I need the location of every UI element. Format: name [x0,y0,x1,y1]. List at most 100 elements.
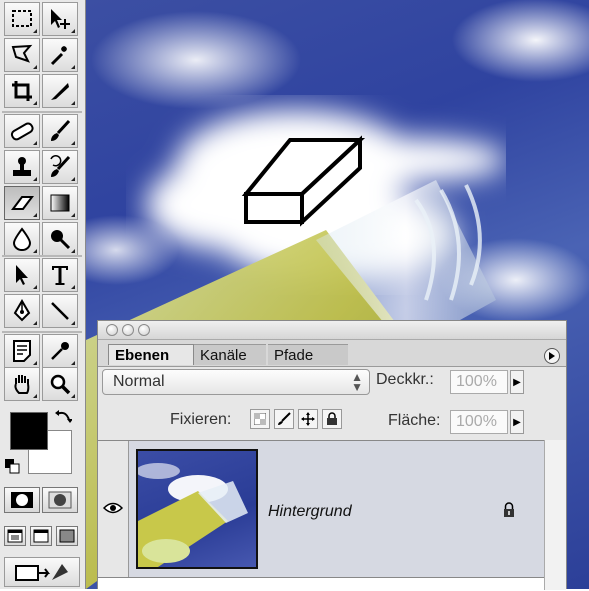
notes-tool[interactable] [4,334,40,368]
layer-list: Hintergrund [98,440,544,591]
eraser-cursor-icon [241,135,366,227]
layer-row[interactable]: Hintergrund [98,441,544,578]
eyedropper-tool[interactable] [42,334,78,368]
path-selection-tool[interactable] [4,258,40,292]
imageready-icon [15,564,68,581]
opacity-slider-button[interactable]: ▶ [510,370,524,394]
slice-knife-icon [51,83,69,100]
fill-slider-button[interactable]: ▶ [510,410,524,434]
layer-thumbnail [136,449,258,569]
blur-tool[interactable] [4,222,40,256]
history-brush-icon [50,155,71,177]
zoom-tool[interactable] [42,367,78,401]
magic-wand-tool[interactable] [42,38,78,72]
standard-mode-button[interactable] [4,487,40,513]
magic-wand-icon [50,46,67,66]
tab-ebenen[interactable]: Ebenen [108,344,194,365]
triangle-right-icon: ▶ [513,416,521,428]
healing-brush-tool[interactable] [4,114,40,148]
stamp-icon [13,157,31,176]
hand-icon [14,375,30,394]
toolbox-divider [2,331,82,333]
gradient-icon [50,194,70,212]
screen-mode-standard-button[interactable] [4,526,26,546]
brush-icon [51,119,71,141]
triangle-right-icon: ▶ [513,376,521,388]
toolbox-divider [2,255,82,257]
screen-mode-full-button[interactable] [56,526,78,546]
brush-tool[interactable] [42,114,78,148]
gradient-tool[interactable] [42,186,78,220]
lock-all-button[interactable] [322,409,342,429]
line-tool[interactable] [42,294,78,328]
clone-stamp-tool[interactable] [4,150,40,184]
history-brush-tool[interactable] [42,150,78,184]
zoom-button[interactable] [138,324,150,336]
bandage-icon [10,122,34,141]
move-icon [51,9,70,29]
select-arrows-icon: ▲ ▼ [351,370,363,394]
crop-tool[interactable] [4,74,40,108]
swap-colors-icon[interactable] [54,408,72,426]
type-icon [52,266,68,285]
quick-mask-mode-button[interactable] [42,487,78,513]
palette-tabs: Ebenen Kanäle Pfade [98,340,566,367]
minimize-button[interactable] [122,324,134,336]
opacity-field[interactable]: 100% [450,370,508,394]
lock-pixels-button[interactable] [274,409,294,429]
lasso-tool[interactable] [4,38,40,72]
tab-kanaele[interactable]: Kanäle [194,344,266,365]
window-menubar-icon [33,529,49,543]
lock-position-button[interactable] [298,409,318,429]
default-colors-icon[interactable] [4,458,20,474]
layer-list-scrollbar[interactable] [544,440,566,590]
layer-name[interactable]: Hintergrund [268,503,352,521]
lock-transparency-button[interactable] [250,409,270,429]
arrow-icon [16,265,28,285]
toolbox-divider [2,111,82,113]
fill-label: Fläche: [388,412,441,429]
hand-tool[interactable] [4,367,40,401]
crop-icon [12,81,32,101]
quick-mask-icon [48,491,72,509]
drop-icon [12,227,32,251]
lock-label: Fixieren: [170,411,232,428]
palette-titlebar[interactable] [98,321,566,340]
pen-tool[interactable] [4,294,40,328]
blend-mode-select[interactable]: Normal ▲ ▼ [102,369,370,395]
move-tool[interactable] [42,2,78,36]
thumbnail-image [138,463,248,567]
eyedropper-icon [51,342,69,360]
eye-icon [103,502,123,514]
jump-to-imageready-button[interactable] [4,557,80,587]
toolbox [0,0,86,589]
close-button[interactable] [106,324,118,336]
visibility-toggle[interactable] [98,441,129,577]
tab-pfade[interactable]: Pfade [268,344,348,365]
blend-mode-value: Normal [113,373,165,390]
slice-tool[interactable] [42,74,78,108]
screen-mode-menubar-button[interactable] [30,526,52,546]
layers-palette: Ebenen Kanäle Pfade Normal ▲ ▼ Deckkr.: 1… [97,320,567,591]
fullscreen-icon [59,529,75,543]
standard-mode-icon [11,492,33,508]
fill-field[interactable]: 100% [450,410,508,434]
lasso-icon [11,44,33,63]
magnifier-icon [50,374,71,395]
window-icon [7,529,23,543]
checkerboard-icon [254,413,266,425]
lock-icon [504,502,514,517]
line-icon [51,302,69,320]
eraser-icon [11,196,34,210]
eraser-tool[interactable] [4,186,40,220]
type-tool[interactable] [42,258,78,292]
triangle-right-icon [549,352,555,360]
palette-menu-button[interactable] [544,348,560,364]
foreground-color-swatch[interactable] [10,412,48,450]
dodge-tool[interactable] [42,222,78,256]
opacity-label: Deckkr.: [376,371,434,388]
note-icon [13,340,31,362]
dodge-icon [51,230,71,250]
marquee-tool[interactable] [4,2,40,36]
lock-icon [327,412,337,425]
